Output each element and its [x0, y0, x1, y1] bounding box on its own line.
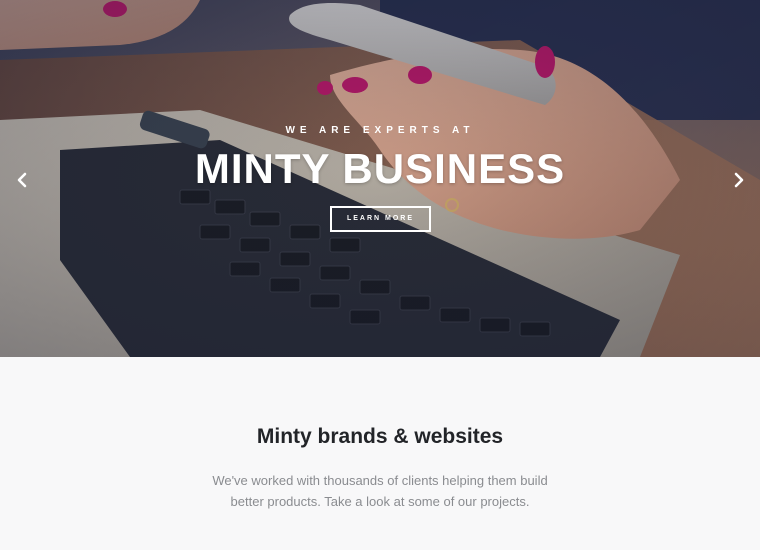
- hero-slider: WE ARE EXPERTS AT MINTY BUSINESS LEARN M…: [0, 0, 760, 357]
- intro-section: Minty brands & websites We've worked wit…: [0, 357, 760, 550]
- hero-title: MINTY BUSINESS: [194, 145, 566, 192]
- chevron-left-icon: [17, 172, 27, 188]
- section-description: We've worked with thousands of clients h…: [212, 473, 548, 509]
- learn-more-button[interactable]: LEARN MORE: [330, 206, 431, 232]
- slider-prev-button[interactable]: [10, 168, 34, 192]
- chevron-right-icon: [734, 172, 744, 188]
- slider-next-button[interactable]: [727, 168, 751, 192]
- section-title: Minty brands & websites: [256, 425, 504, 448]
- hero-content: WE ARE EXPERTS AT MINTY BUSINESS LEARN M…: [0, 0, 760, 357]
- hero-eyebrow: WE ARE EXPERTS AT: [285, 125, 475, 136]
